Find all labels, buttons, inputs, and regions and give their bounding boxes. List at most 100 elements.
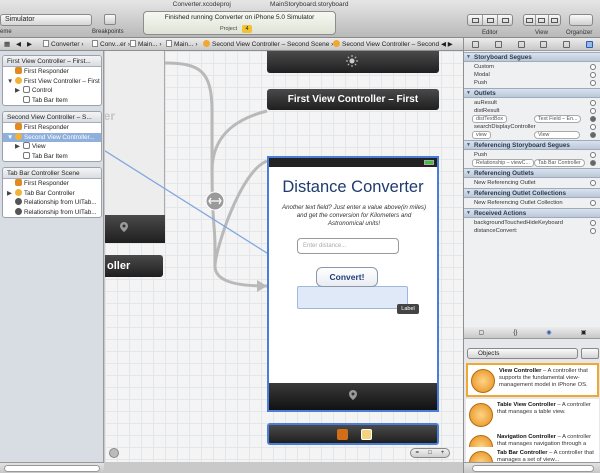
outline-row[interactable]: ▶ View xyxy=(3,142,101,152)
first-vc-scene-label[interactable]: First View Controller – First xyxy=(267,89,439,110)
outlet-row-disttextbox: distTextBox Text Field – En... xyxy=(464,115,600,123)
segue-row-modal: Modal xyxy=(464,71,600,79)
assistant-editor-button[interactable] xyxy=(483,15,498,25)
connections-inspector-icon[interactable] xyxy=(586,40,594,48)
library-tabs: ▢ {} ◉ ▣ xyxy=(464,327,600,339)
outline-row[interactable]: Tab Bar Item xyxy=(3,151,101,162)
library-item-view-controller[interactable]: View Controller – A controller that supp… xyxy=(466,363,599,397)
connection-target-chip[interactable]: View xyxy=(534,131,580,139)
connection-circle-icon[interactable] xyxy=(590,124,596,130)
identity-inspector-icon[interactable] xyxy=(517,40,525,48)
connection-circle-icon[interactable] xyxy=(590,220,596,226)
outline-row-selected[interactable]: ▼ Second View Controller... xyxy=(3,132,101,143)
breakpoints-button[interactable] xyxy=(104,14,116,25)
connection-circle-icon[interactable] xyxy=(590,80,596,86)
outline-row[interactable]: ▼ First View Controller – First xyxy=(3,76,101,87)
connection-circle-icon[interactable] xyxy=(590,200,596,206)
doc-tab-project[interactable]: Converter.xcodeproj xyxy=(148,0,256,10)
jump-item-storyboard[interactable]: Main... › xyxy=(130,38,162,51)
jump-item-scene[interactable]: Second View Controller – Second Scene › xyxy=(203,38,333,51)
outline-row[interactable]: Relationship from UITab... xyxy=(3,207,101,218)
library-category-select[interactable]: Objects xyxy=(467,348,578,359)
outline-row[interactable]: ▶ Control xyxy=(3,86,101,96)
connection-circle-icon[interactable] xyxy=(590,180,596,186)
outline-row[interactable]: First Responder xyxy=(3,123,101,133)
section-received-actions[interactable]: Received Actions xyxy=(464,208,600,218)
outline-filter-input[interactable] xyxy=(4,465,100,472)
connection-circle-icon[interactable] xyxy=(590,132,596,138)
distance-text-field[interactable]: Enter distance... xyxy=(297,238,399,254)
organizer-button[interactable] xyxy=(569,14,593,26)
help-inspector-icon[interactable] xyxy=(494,40,502,48)
scheme-popup[interactable]: Simulator xyxy=(0,14,92,26)
section-referencing-segues[interactable]: Referencing Storyboard Segues xyxy=(464,140,600,150)
zoom-actual-icon[interactable]: □ xyxy=(428,450,432,456)
jump-item-storyboard-base[interactable]: Main... › xyxy=(166,38,198,51)
section-outlets[interactable]: Outlets xyxy=(464,88,600,98)
code-snippet-icon[interactable]: {} xyxy=(513,330,517,336)
navigator-toggle-button[interactable] xyxy=(524,15,537,25)
jump-item-group[interactable]: Conv...er › xyxy=(92,38,130,51)
connection-circle-icon[interactable] xyxy=(590,152,596,158)
disclosure-icon[interactable]: ▶ xyxy=(15,142,23,152)
section-referencing-outlets[interactable]: Referencing Outlets xyxy=(464,168,600,178)
zoom-out-icon[interactable]: + xyxy=(441,450,445,456)
media-library-icon[interactable]: ▣ xyxy=(581,329,587,336)
disclosure-icon[interactable]: ▶ xyxy=(15,86,23,96)
connection-target-chip[interactable]: Tab Bar Controller xyxy=(534,159,585,167)
first-responder-cube-icon[interactable] xyxy=(337,429,348,440)
forward-arrow-icon[interactable]: ▶ xyxy=(27,38,32,51)
disclosure-icon[interactable]: ▶ xyxy=(7,189,15,199)
outline-row[interactable]: First Responder xyxy=(3,67,101,77)
library-item-table-view-controller[interactable]: Table View Controller – A controller tha… xyxy=(466,399,599,433)
project-icon xyxy=(43,40,49,47)
debug-area-toggle-button[interactable] xyxy=(536,15,549,25)
attributes-inspector-icon[interactable] xyxy=(540,40,548,48)
scene-header[interactable]: Tab Bar Controller Scene xyxy=(3,168,101,179)
file-template-icon[interactable]: ▢ xyxy=(479,329,485,336)
view-controller-object-icon[interactable] xyxy=(361,429,372,440)
library-view-mode-buttons[interactable] xyxy=(581,348,599,359)
connection-circle-icon[interactable] xyxy=(590,116,596,122)
doc-tab-storyboard[interactable]: MainStoryboard.storyboard xyxy=(256,0,364,10)
scene-header[interactable]: Second View Controller – S... xyxy=(3,112,101,123)
tab-bar-controller-dock[interactable] xyxy=(267,423,439,445)
connection-circle-icon[interactable] xyxy=(590,160,596,166)
disclosure-icon[interactable]: ▼ xyxy=(7,133,15,143)
connection-circle-icon[interactable] xyxy=(590,228,596,234)
second-view-controller-scene[interactable]: Distance Converter Another text field? J… xyxy=(267,156,439,412)
section-storyboard-segues[interactable]: Storyboard Segues xyxy=(464,52,600,62)
back-arrow-icon[interactable]: ◀ xyxy=(16,38,21,51)
version-editor-button[interactable] xyxy=(498,15,512,25)
scene-header[interactable]: First View Controller – First... xyxy=(3,56,101,67)
zoom-in-icon[interactable]: = xyxy=(416,450,420,456)
jump-item-controller[interactable]: Second View Controller – Second xyxy=(333,38,439,51)
section-referencing-outlet-collections[interactable]: Referencing Outlet Collections xyxy=(464,188,600,198)
library-item-tab-bar-controller[interactable]: Tab Bar Controller – A controller that m… xyxy=(466,447,599,463)
related-files-arrows-icon[interactable]: ◀ ▶ xyxy=(441,38,453,51)
view-controller-icon xyxy=(15,132,22,140)
connection-circle-icon[interactable] xyxy=(590,100,596,106)
outline-row[interactable]: Tab Bar Item xyxy=(3,95,101,106)
outline-toggle-icon[interactable] xyxy=(109,448,119,458)
connection-circle-icon[interactable] xyxy=(590,72,596,78)
size-inspector-icon[interactable] xyxy=(563,40,571,48)
grid-icon[interactable]: ▦ xyxy=(4,38,10,51)
outline-row[interactable]: Relationship from UITab... xyxy=(3,198,101,208)
connection-circle-icon[interactable] xyxy=(590,64,596,70)
file-inspector-icon[interactable] xyxy=(471,40,479,48)
storyboard-canvas[interactable]: ller oller First View Controller – First… xyxy=(105,51,463,462)
library-filter-input[interactable] xyxy=(472,465,594,472)
outline-row[interactable]: First Responder xyxy=(3,179,101,189)
connection-target-chip[interactable]: Text Field – En... xyxy=(534,115,582,123)
result-label-placeholder[interactable] xyxy=(297,286,408,309)
connection-circle-icon[interactable] xyxy=(590,108,596,114)
outline-row[interactable]: ▶ Tab Bar Controller xyxy=(3,188,101,199)
jump-item-project[interactable]: Converter › xyxy=(43,38,84,51)
convert-button[interactable]: Convert! xyxy=(316,267,378,287)
utilities-toggle-button[interactable] xyxy=(549,15,560,25)
object-library-icon[interactable]: ◉ xyxy=(546,329,551,336)
standard-editor-button[interactable] xyxy=(468,15,483,25)
warning-badge[interactable]: 4 xyxy=(242,25,252,33)
disclosure-icon[interactable]: ▼ xyxy=(7,77,15,87)
